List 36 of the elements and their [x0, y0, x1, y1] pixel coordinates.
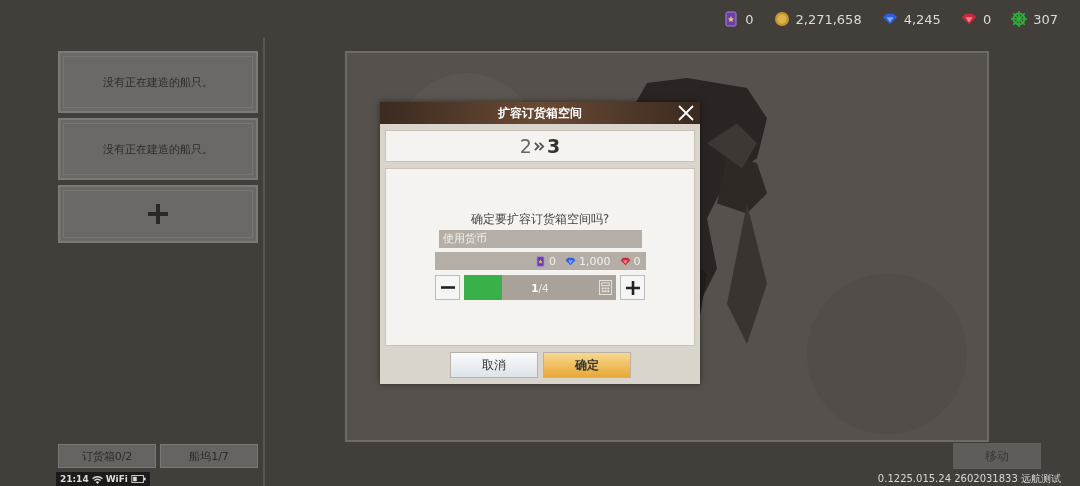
- clock-text: 21:14: [60, 474, 89, 484]
- cost-amount: 0: [633, 254, 641, 268]
- wheel-icon: [1011, 11, 1028, 27]
- chevron-icon: [533, 140, 545, 152]
- currency-amount: 307: [1033, 11, 1058, 27]
- card-icon: [723, 11, 740, 27]
- minus-icon: [440, 286, 455, 289]
- level-from: 2: [519, 135, 532, 157]
- version-text: 0.1225.015.24 2602031833 远航测试: [877, 472, 1061, 486]
- wifi-icon: [91, 474, 103, 484]
- minus-button[interactable]: [435, 275, 460, 300]
- cancel-button[interactable]: 取消: [449, 352, 538, 378]
- close-button[interactable]: [677, 104, 695, 122]
- currency-label: 使用货币: [438, 230, 642, 248]
- gem-icon: [960, 11, 977, 27]
- level-to: 3: [546, 135, 561, 157]
- currency-amount: 2,271,658: [795, 11, 862, 27]
- card-icon: [535, 255, 546, 267]
- quantity-reading: 1/4: [531, 281, 549, 294]
- plus-icon: [624, 279, 641, 296]
- plus-icon: [146, 202, 170, 226]
- network-text: WiFi: [105, 474, 128, 484]
- cost-amount: 0: [549, 254, 556, 268]
- currency-amount: 4,245: [903, 11, 941, 27]
- coin-icon: [773, 11, 790, 27]
- battery-icon: [130, 475, 146, 483]
- plus-button[interactable]: [620, 275, 645, 300]
- gem-icon: [565, 255, 576, 267]
- dialog-title: 扩容订货箱空间: [498, 104, 582, 122]
- gem-icon: [881, 11, 898, 27]
- cost-amount: 1,000: [579, 254, 611, 268]
- question-text: 确定要扩容订货箱空间吗?: [470, 212, 610, 227]
- gem-icon: [619, 255, 631, 267]
- confirm-button[interactable]: 确定: [542, 352, 631, 378]
- currency-amount: 0: [745, 11, 754, 27]
- currency-amount: 0: [982, 11, 992, 27]
